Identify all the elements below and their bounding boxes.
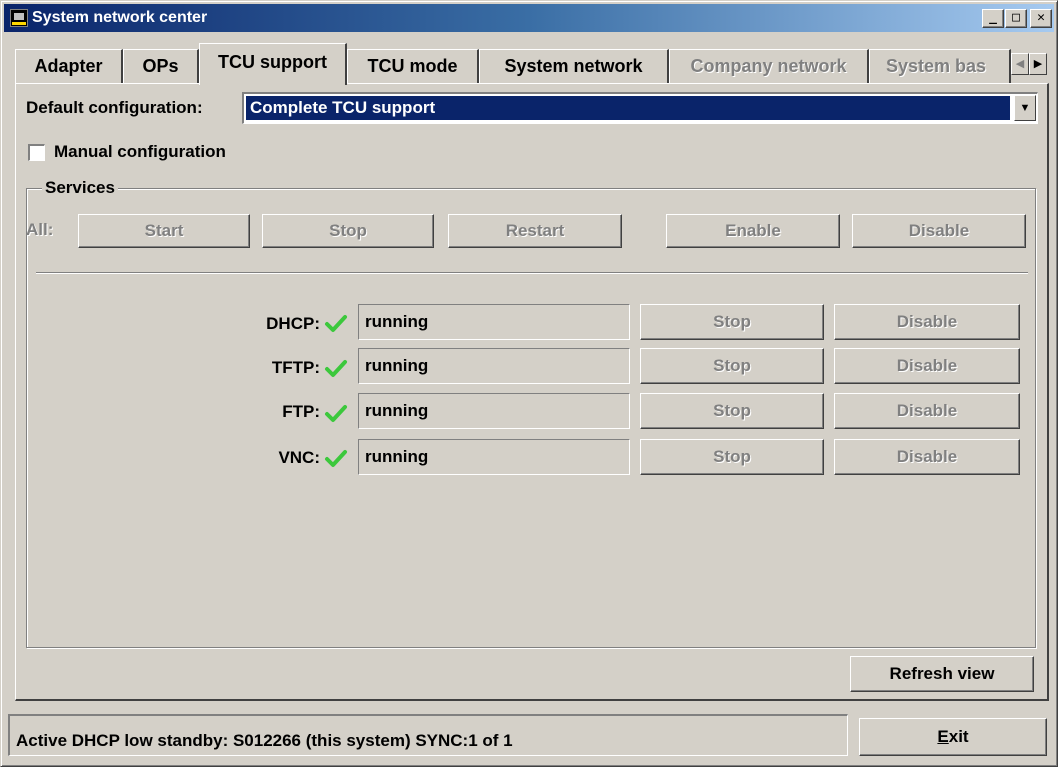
manual-config-label[interactable]: Manual configuration — [54, 142, 226, 162]
exit-button[interactable]: Exit — [859, 718, 1047, 756]
stop-ftp-button[interactable]: Stop — [640, 393, 824, 429]
app-icon[interactable] — [10, 9, 28, 27]
default-config-label: Default configuration: — [26, 98, 203, 117]
stop-dhcp-button[interactable]: Stop — [640, 304, 824, 340]
manual-config-checkbox[interactable] — [28, 144, 45, 161]
service-name-tftp: TFTP: — [271, 358, 320, 377]
stop-all-button[interactable]: Stop — [262, 214, 434, 248]
service-status-ftp: running — [358, 393, 630, 429]
tab-tcu-mode[interactable]: TCU mode — [347, 49, 479, 83]
all-services-label: All: — [26, 220, 54, 239]
maximize-button[interactable]: □ — [1005, 9, 1027, 28]
services-divider — [36, 272, 1028, 274]
default-config-select[interactable]: Complete TCU support ▼ — [242, 92, 1038, 124]
main-window: System network center _ □ ✕ Adapter OPs … — [0, 0, 1058, 767]
disable-dhcp-button[interactable]: Disable — [834, 304, 1020, 340]
restart-all-button[interactable]: Restart — [448, 214, 622, 248]
window-title: System network center — [32, 9, 208, 26]
tab-adapter[interactable]: Adapter — [15, 49, 123, 83]
title-bar[interactable]: System network center _ □ ✕ — [4, 4, 1054, 32]
service-name-vnc: VNC: — [278, 448, 320, 467]
check-icon — [325, 360, 347, 377]
enable-all-button[interactable]: Enable — [666, 214, 840, 248]
tab-ops[interactable]: OPs — [123, 49, 199, 83]
check-icon — [325, 315, 347, 332]
service-status-tftp: running — [358, 348, 630, 384]
services-group-label: Services — [42, 178, 118, 198]
service-name-ftp: FTP: — [282, 402, 320, 421]
service-status-vnc: running — [358, 439, 630, 475]
close-button[interactable]: ✕ — [1030, 9, 1052, 28]
default-config-value: Complete TCU support — [246, 96, 1010, 120]
stop-tftp-button[interactable]: Stop — [640, 348, 824, 384]
minimize-button[interactable]: _ — [982, 9, 1004, 28]
disable-ftp-button[interactable]: Disable — [834, 393, 1020, 429]
tab-system-base[interactable]: System bas — [869, 49, 1011, 83]
refresh-view-button[interactable]: Refresh view — [850, 656, 1034, 692]
status-bar: Active DHCP low standby: S012266 (this s… — [8, 714, 848, 756]
check-icon — [325, 405, 347, 422]
tab-tcu-support[interactable]: TCU support — [199, 43, 347, 85]
check-icon — [325, 450, 347, 467]
disable-tftp-button[interactable]: Disable — [834, 348, 1020, 384]
stop-vnc-button[interactable]: Stop — [640, 439, 824, 475]
service-name-dhcp: DHCP: — [266, 314, 320, 333]
tab-system-network[interactable]: System network — [479, 49, 669, 83]
disable-all-button[interactable]: Disable — [852, 214, 1026, 248]
service-status-dhcp: running — [358, 304, 630, 340]
tab-panel-tcu-support: Default configuration: Complete TCU supp… — [15, 83, 1049, 701]
tab-scroll-right-button[interactable]: ▶ — [1029, 53, 1047, 75]
chevron-down-icon[interactable]: ▼ — [1014, 95, 1036, 121]
tab-company-network[interactable]: Company network — [669, 49, 869, 83]
disable-vnc-button[interactable]: Disable — [834, 439, 1020, 475]
start-all-button[interactable]: Start — [78, 214, 250, 248]
tab-strip: Adapter OPs TCU support TCU mode System … — [15, 43, 1049, 85]
tab-scroll-left-button[interactable]: ◀ — [1011, 53, 1029, 75]
